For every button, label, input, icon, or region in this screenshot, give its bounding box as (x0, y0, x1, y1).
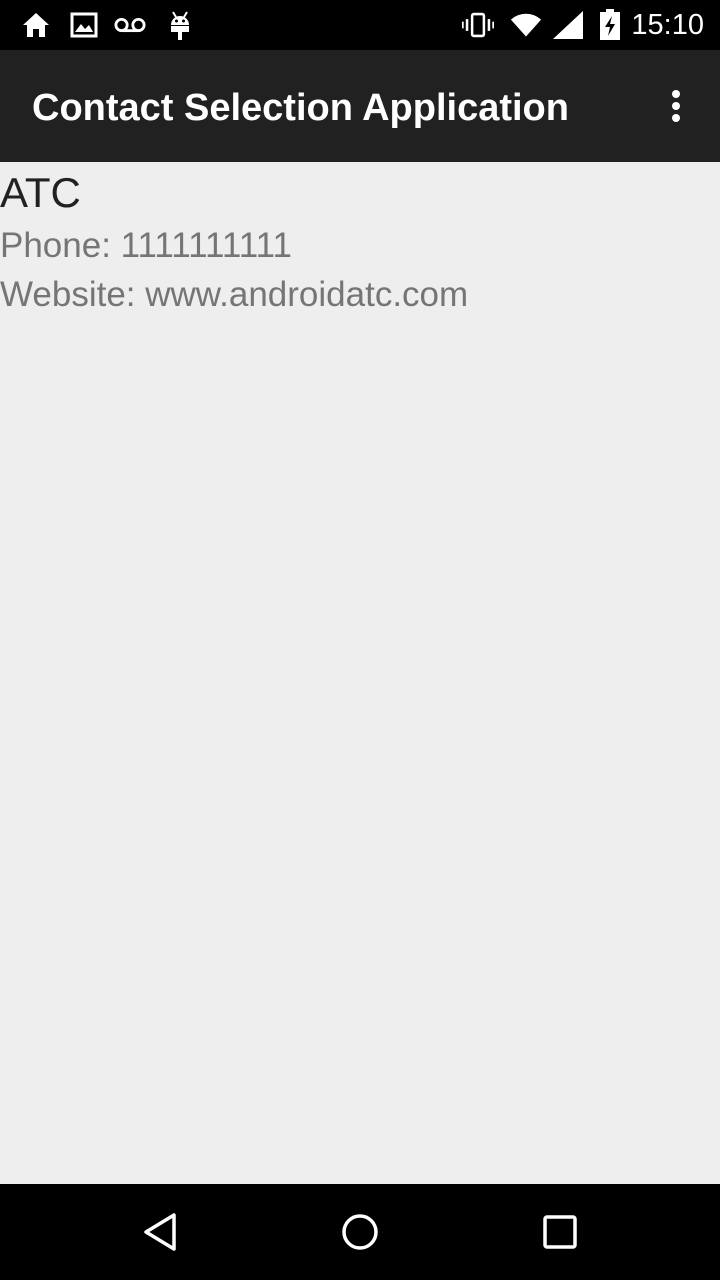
contact-name: ATC (0, 169, 81, 216)
back-icon[interactable] (136, 1208, 184, 1256)
battery-charging-icon (594, 9, 626, 41)
app-title: Contact Selection Application (32, 87, 569, 129)
image-icon (68, 9, 100, 41)
voicemail-icon (114, 9, 146, 41)
home-circle-icon[interactable] (336, 1208, 384, 1256)
wifi-icon (510, 9, 542, 41)
vibrate-icon (462, 9, 494, 41)
contact-website: Website: www.androidatc.com (0, 275, 469, 314)
recents-icon[interactable] (536, 1208, 584, 1256)
contact-details: ATC Phone: 1111111111 Website: www.andro… (0, 162, 720, 1184)
navigation-bar (0, 1184, 720, 1280)
cell-signal-icon (552, 9, 584, 41)
home-icon (20, 9, 52, 41)
app-bar: Contact Selection Application (0, 50, 720, 162)
contact-phone: Phone: 1111111111 (0, 226, 292, 265)
more-vert-icon[interactable] (656, 86, 696, 126)
android-icon (164, 9, 196, 41)
status-clock: 15:10 (631, 9, 704, 41)
status-bar: 15:10 (0, 0, 720, 50)
